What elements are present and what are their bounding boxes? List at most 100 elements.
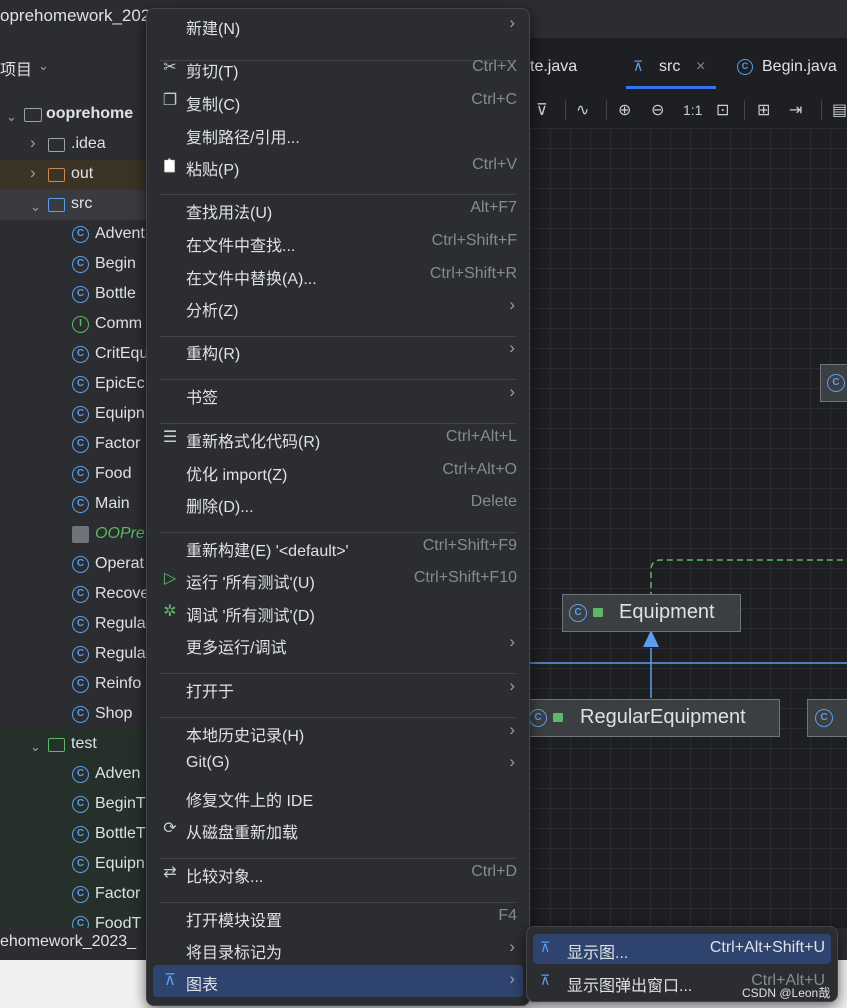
tree-item[interactable]: › out: [0, 160, 150, 190]
tree-item[interactable]: ⌄ test: [0, 730, 150, 760]
menu-item[interactable]: 重构(R) ›: [147, 334, 529, 366]
close-icon[interactable]: ×: [696, 58, 705, 76]
menu-item[interactable]: 优化 import(Z) Ctrl+Alt+O: [147, 455, 529, 487]
class-node-regular-equipment[interactable]: C RegularEquipment: [530, 699, 780, 737]
menu-item[interactable]: Git(G) ›: [147, 748, 529, 780]
chevron-down-icon[interactable]: ⌄: [30, 199, 41, 215]
editor-tabs: te.java ⊼ src × C Begin.java: [530, 50, 847, 88]
tree-item[interactable]: OOPre: [0, 520, 150, 550]
tree-item[interactable]: C Equipn: [0, 400, 150, 430]
class-icon: C: [72, 286, 89, 303]
menu-item[interactable]: ⟳ 从磁盘重新加载: [147, 813, 529, 845]
menu-item-label: 重新构建(E) '<default>': [186, 543, 349, 560]
tree-item[interactable]: ⌄ src: [0, 190, 150, 220]
project-view-selector[interactable]: 项目 ⌄: [0, 56, 49, 82]
menu-item[interactable]: ✲ 调试 '所有测试'(D): [147, 596, 529, 628]
menu-item[interactable]: 新建(N) ›: [147, 9, 529, 41]
class-node-partial[interactable]: C: [820, 364, 847, 402]
menu-item[interactable]: ☰ 重新格式化代码(R) Ctrl+Alt+L: [147, 422, 529, 454]
menu-item[interactable]: 删除(D)... Delete: [147, 487, 529, 519]
tab-src[interactable]: src: [659, 58, 680, 76]
chevron-right-icon[interactable]: ›: [30, 163, 36, 183]
menu-item[interactable]: 查找用法(U) Alt+F7: [147, 193, 529, 225]
tree-item[interactable]: C Begin: [0, 250, 150, 280]
tree-item[interactable]: C Factor: [0, 430, 150, 460]
tree-item[interactable]: C FoodT: [0, 910, 150, 928]
layout-icon[interactable]: ⊞: [757, 100, 770, 120]
class-icon: C: [72, 556, 89, 573]
menu-item[interactable]: 复制路径/引用...: [147, 118, 529, 150]
tree-item-label: out: [71, 165, 94, 182]
tree-item[interactable]: C Regula: [0, 610, 150, 640]
tree-item[interactable]: C Reinfo: [0, 670, 150, 700]
tree-item[interactable]: › .idea: [0, 130, 150, 160]
tree-item[interactable]: C Factor: [0, 880, 150, 910]
tree-item[interactable]: C Bottle: [0, 280, 150, 310]
actual-size-button[interactable]: 1:1: [683, 102, 702, 118]
tree-item[interactable]: C EpicEc: [0, 370, 150, 400]
diagram-canvas[interactable]: C C Equipment C RegularEquipment C: [530, 128, 847, 928]
toolbar-divider: [606, 100, 607, 120]
menu-item[interactable]: 本地历史记录(H) ›: [147, 716, 529, 748]
tree-item[interactable]: C Operat: [0, 550, 150, 580]
tree-item[interactable]: C BottleT: [0, 820, 150, 850]
class-icon: C: [72, 766, 89, 783]
menu-item[interactable]: 在文件中替换(A)... Ctrl+Shift+R: [147, 259, 529, 291]
tree-item[interactable]: C Recove: [0, 580, 150, 610]
zoom-in-icon[interactable]: ⊕: [618, 100, 631, 120]
menu-item[interactable]: ⊼ 图表 ›: [153, 965, 523, 997]
tree-item[interactable]: C Main: [0, 490, 150, 520]
menu-item[interactable]: 打开模块设置 F4: [147, 901, 529, 933]
class-icon: C: [72, 466, 89, 483]
chevron-right-icon: ›: [509, 676, 515, 695]
tree-item[interactable]: C CritEqu: [0, 340, 150, 370]
class-icon: C: [72, 856, 89, 873]
fit-content-icon[interactable]: ⊡: [716, 100, 729, 120]
chevron-down-icon[interactable]: ⌄: [30, 739, 41, 755]
tab-file-java[interactable]: te.java: [530, 58, 577, 76]
class-node-partial[interactable]: C: [807, 699, 847, 737]
menu-item-label: 从磁盘重新加载: [186, 825, 299, 842]
chevron-right-icon[interactable]: ›: [30, 133, 36, 153]
menu-item[interactable]: 重新构建(E) '<default>' Ctrl+Shift+F9: [147, 531, 529, 563]
menu-item[interactable]: 分析(Z) ›: [147, 291, 529, 323]
tree-item[interactable]: C Adven: [0, 760, 150, 790]
tree-item[interactable]: C Shop: [0, 700, 150, 730]
tree-item[interactable]: C Regula: [0, 640, 150, 670]
tree-item[interactable]: I Comm: [0, 310, 150, 340]
chevron-right-icon: ›: [509, 295, 515, 314]
menu-item[interactable]: ▷ 运行 '所有测试'(U) Ctrl+Shift+F10: [147, 563, 529, 595]
tree-item-label: BeginT: [95, 795, 146, 812]
menu-item[interactable]: 在文件中查找... Ctrl+Shift+F: [147, 226, 529, 258]
menu-item-shortcut: Alt+F7: [470, 199, 517, 216]
menu-item[interactable]: 书签 ›: [147, 378, 529, 410]
tab-begin-java[interactable]: Begin.java: [762, 58, 837, 76]
tree-item[interactable]: C Equipn: [0, 850, 150, 880]
menu-item[interactable]: 将目录标记为 ›: [147, 933, 529, 965]
menu-item[interactable]: 打开于 ›: [147, 672, 529, 704]
filter-icon[interactable]: ⊽: [536, 100, 548, 120]
edge-route-icon[interactable]: ∿: [576, 100, 589, 120]
menu-item[interactable]: 📋 粘贴(P) Ctrl+V: [147, 150, 529, 182]
tree-root[interactable]: ⌄ ooprehome: [0, 100, 150, 130]
menu-item[interactable]: ⇄ 比较对象... Ctrl+D: [147, 857, 529, 889]
tree-item[interactable]: C Advent: [0, 220, 150, 250]
menu-item[interactable]: 修复文件上的 IDE: [147, 781, 529, 813]
menu-item[interactable]: 更多运行/调试 ›: [147, 628, 529, 660]
apply-layout-icon[interactable]: ⇥: [789, 100, 802, 120]
menu-item[interactable]: ❐ 复制(C) Ctrl+C: [147, 85, 529, 117]
zoom-out-icon[interactable]: ⊖: [651, 100, 664, 120]
class-node-equipment[interactable]: C Equipment: [562, 594, 741, 632]
menu-item-shortcut: Ctrl+Shift+F9: [422, 537, 517, 554]
submenu-item-label: 显示图...: [567, 945, 629, 962]
export-icon[interactable]: ▤: [832, 100, 847, 120]
submenu-show-diagram[interactable]: ⊼ 显示图... Ctrl+Alt+Shift+U: [533, 934, 831, 964]
tree-item[interactable]: C Food: [0, 460, 150, 490]
chevron-down-icon[interactable]: ⌄: [6, 109, 17, 125]
tree-item[interactable]: C BeginT: [0, 790, 150, 820]
class-icon: C: [72, 676, 89, 693]
menu-item[interactable]: ✂ 剪切(T) Ctrl+X: [147, 52, 529, 84]
class-icon: C: [72, 706, 89, 723]
class-icon: C: [72, 796, 89, 813]
chevron-right-icon: ›: [509, 937, 515, 956]
